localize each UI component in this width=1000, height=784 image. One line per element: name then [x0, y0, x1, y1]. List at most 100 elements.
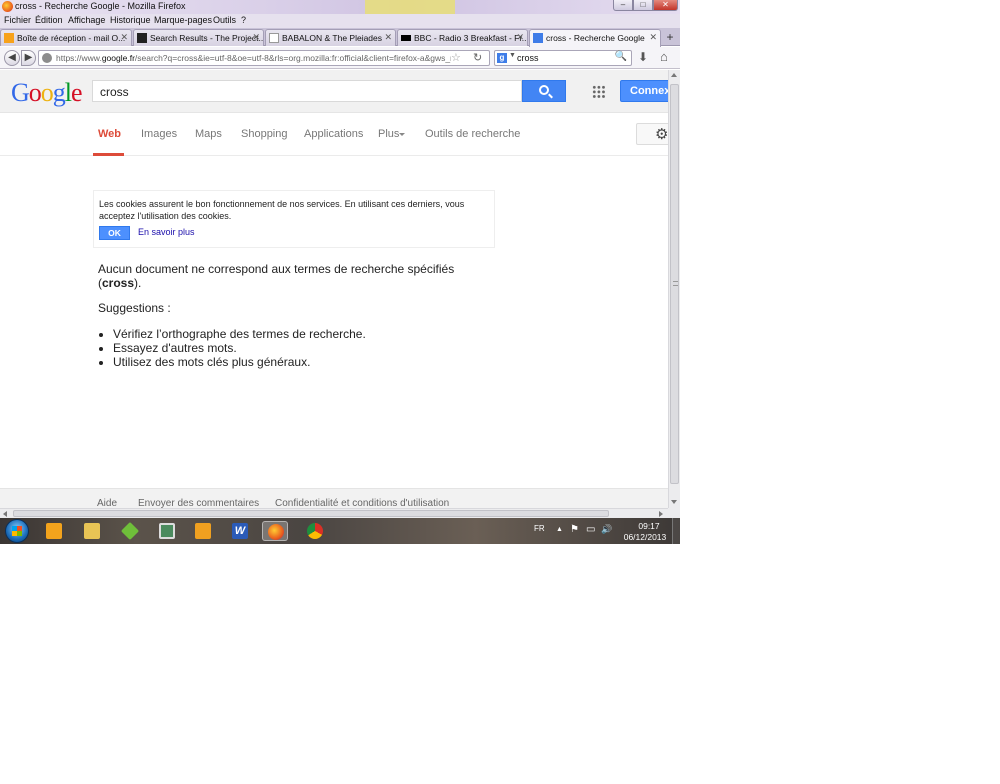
scroll-up-icon[interactable]	[671, 73, 677, 77]
footer-privacy-link[interactable]: Confidentialité et conditions d'utilisat…	[275, 498, 449, 508]
tab-applications[interactable]: Applications	[304, 128, 363, 140]
firefox-icon	[2, 1, 13, 12]
mail-favicon-icon	[4, 33, 14, 43]
cookie-notice: Les cookies assurent le bon fonctionneme…	[93, 190, 495, 248]
tab-label: BABALON & The Pleiades	[282, 33, 383, 43]
taskbar-app-window[interactable]	[154, 521, 180, 541]
browser-search-value: cross	[517, 53, 539, 63]
minimize-button[interactable]: –	[613, 0, 633, 11]
tab-label: cross - Recherche Google	[546, 33, 645, 43]
tab-close-icon[interactable]: ✕	[252, 32, 260, 43]
diamond-app-icon	[120, 521, 140, 541]
list-item: Vérifiez l’orthographe des termes de rec…	[113, 327, 498, 341]
action-center-flag-icon[interactable]: ⚑	[570, 524, 579, 535]
word-icon: W	[232, 523, 248, 539]
horizontal-scrollbar[interactable]	[0, 508, 668, 518]
google-logo[interactable]: Google	[11, 78, 83, 108]
url-bar[interactable]: https://www.google.fr/search?q=cross&ie=…	[38, 50, 490, 66]
google-favicon-icon	[533, 33, 543, 43]
close-button[interactable]: ✕	[653, 0, 678, 11]
suggestions-list: Vérifiez l’orthographe des termes de rec…	[113, 327, 498, 369]
tab-plus[interactable]: Plus	[378, 128, 399, 140]
menu-help[interactable]: ?	[241, 15, 246, 25]
menu-outils[interactable]: Outils	[213, 15, 236, 25]
taskbar-firefox[interactable]	[262, 521, 288, 541]
chevron-down-icon	[399, 133, 405, 136]
menu-affichage[interactable]: Affichage	[68, 15, 105, 25]
download-icon[interactable]: ⬇	[638, 50, 648, 64]
volume-icon[interactable]: 🔊	[601, 524, 612, 535]
start-button[interactable]	[5, 519, 29, 543]
tab-close-icon[interactable]: ✕	[384, 32, 392, 43]
tab-google-active[interactable]: cross - Recherche Google ✕	[529, 29, 661, 47]
maximize-button[interactable]: □	[633, 0, 653, 11]
tab-shopping[interactable]: Shopping	[241, 128, 288, 140]
scroll-right-icon[interactable]	[659, 511, 663, 517]
search-icon[interactable]: 🔍	[615, 51, 627, 62]
google-engine-icon[interactable]: g	[497, 53, 507, 63]
tab-images[interactable]: Images	[141, 128, 177, 140]
footer-help-link[interactable]: Aide	[97, 498, 117, 508]
reload-icon[interactable]: ↻	[473, 51, 482, 64]
scroll-thumb[interactable]	[670, 84, 679, 484]
window-title: cross - Recherche Google - Mozilla Firef…	[15, 1, 186, 11]
taskbar-word[interactable]: W	[227, 521, 253, 541]
engine-dropdown-icon[interactable]: ▼	[509, 52, 516, 59]
globe-icon	[42, 53, 52, 63]
tab-babalon[interactable]: BABALON & The Pleiades ✕	[265, 29, 396, 46]
forward-button[interactable]: ▶	[21, 50, 36, 66]
scroll-thumb[interactable]	[13, 510, 609, 517]
cookie-ok-button[interactable]: OK	[99, 226, 130, 240]
bookmark-star-icon[interactable]: ☆	[451, 51, 461, 64]
menu-marque-pages[interactable]: Marque-pages	[154, 15, 212, 25]
google-search-button[interactable]	[522, 80, 566, 102]
tab-label: Boîte de réception - mail O...	[17, 33, 126, 43]
tab-close-icon[interactable]: ✕	[120, 32, 128, 43]
tab-close-icon[interactable]: ✕	[649, 32, 657, 43]
footer-feedback-link[interactable]: Envoyer des commentaires	[138, 498, 259, 508]
taskbar-file-explorer[interactable]	[79, 521, 105, 541]
vertical-scrollbar[interactable]	[668, 70, 680, 508]
tray-expand-icon[interactable]: ▲	[556, 526, 563, 533]
no-result-text: Aucun document ne correspond aux termes …	[98, 262, 455, 290]
cookie-learn-more-link[interactable]: En savoir plus	[138, 227, 195, 237]
scroll-left-icon[interactable]	[3, 511, 7, 517]
tab-web[interactable]: Web	[98, 128, 121, 140]
taskbar-app-diamond[interactable]	[117, 521, 143, 541]
language-indicator[interactable]: FR	[534, 524, 545, 533]
tab-bbc[interactable]: BBC - Radio 3 Breakfast - Fr... ✕	[397, 29, 528, 46]
back-button[interactable]: ◀	[4, 50, 20, 66]
tab-search-results[interactable]: Search Results - The Project... ✕	[133, 29, 264, 46]
menu-historique[interactable]: Historique	[110, 15, 151, 25]
firefox-icon	[268, 524, 284, 540]
new-tab-button[interactable]: +	[662, 30, 678, 45]
tab-mail[interactable]: Boîte de réception - mail O... ✕	[0, 29, 132, 46]
window-app-icon	[159, 523, 175, 539]
browser-search-box[interactable]: g ▼ cross 🔍	[494, 50, 632, 66]
taskbar-outlook[interactable]	[190, 521, 216, 541]
tab-maps[interactable]: Maps	[195, 128, 222, 140]
tab-close-icon[interactable]: ✕	[516, 32, 524, 43]
search-icon	[539, 85, 549, 95]
search-query-text: cross	[100, 85, 129, 99]
cookie-text: Les cookies assurent le bon fonctionneme…	[99, 199, 465, 221]
taskbar-media-player[interactable]	[41, 521, 67, 541]
taskbar-chrome[interactable]	[302, 521, 328, 541]
home-icon[interactable]: ⌂	[660, 49, 668, 64]
suggestions-title: Suggestions :	[98, 301, 171, 315]
menu-edition[interactable]: Édition	[35, 15, 63, 25]
apps-grid-icon[interactable]	[592, 85, 605, 98]
window-titlebar: cross - Recherche Google - Mozilla Firef…	[0, 0, 680, 14]
scroll-down-icon[interactable]	[671, 500, 677, 504]
clock-date[interactable]: 06/12/2013	[622, 532, 668, 542]
menu-fichier[interactable]: Fichier	[4, 15, 31, 25]
google-search-input[interactable]: cross	[92, 80, 522, 102]
search-type-tabs: Web Images Maps Shopping Applications Pl…	[0, 113, 668, 156]
tab-label: BBC - Radio 3 Breakfast - Fr...	[414, 33, 528, 43]
signin-button[interactable]: Connexion	[620, 80, 668, 102]
show-desktop-button[interactable]	[672, 518, 680, 544]
settings-button[interactable]: ⚙	[636, 123, 668, 145]
clock-time[interactable]: 09:17	[634, 521, 664, 531]
tab-search-tools[interactable]: Outils de recherche	[425, 128, 520, 140]
network-icon[interactable]: ▭	[586, 524, 595, 535]
